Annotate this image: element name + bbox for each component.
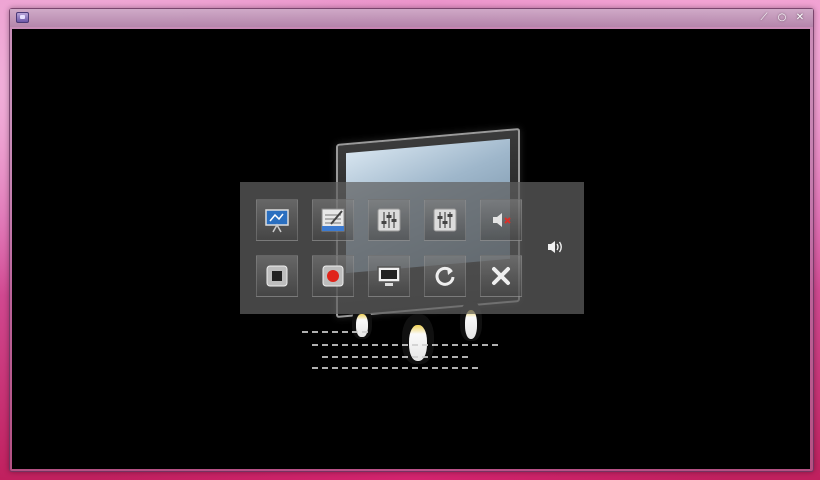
screen-button[interactable]: [368, 255, 410, 297]
osd-panel: [240, 182, 584, 314]
close-osd-button[interactable]: [480, 255, 522, 297]
equalizer-icon: [377, 208, 401, 232]
maximize-button[interactable]: ○: [775, 11, 789, 25]
close-button[interactable]: ✕: [793, 11, 807, 25]
record-button[interactable]: [312, 255, 354, 297]
playlist-icon: [321, 208, 345, 232]
minimize-button[interactable]: ⟋: [757, 11, 771, 25]
presentation-button[interactable]: [256, 199, 298, 241]
record-icon: [322, 265, 344, 287]
app-monitor-icon[interactable]: [16, 12, 29, 23]
ice-line: [302, 331, 372, 333]
mute-button[interactable]: [480, 199, 522, 241]
stop-icon: [266, 265, 288, 287]
equalizer-icon: [433, 208, 457, 232]
player-window: ⟋ ○ ✕: [9, 8, 814, 472]
ice-line: [322, 356, 472, 358]
title-bar[interactable]: ⟋ ○ ✕: [10, 9, 813, 27]
close-x-icon: [492, 267, 510, 285]
video-area[interactable]: [12, 29, 810, 469]
video-equalizer-button[interactable]: [368, 199, 410, 241]
ice-line: [312, 344, 502, 346]
speaker-volume-icon[interactable]: [547, 239, 565, 255]
playlist-button[interactable]: [312, 199, 354, 241]
presentation-icon: [265, 209, 289, 233]
speaker-mute-icon: [493, 213, 511, 227]
screen-icon: [377, 266, 401, 286]
refresh-icon: [435, 266, 455, 286]
refresh-button[interactable]: [424, 255, 466, 297]
ice-line: [312, 367, 482, 369]
window-controls: ⟋ ○ ✕: [757, 11, 807, 25]
stop-button[interactable]: [256, 255, 298, 297]
audio-equalizer-button[interactable]: [424, 199, 466, 241]
